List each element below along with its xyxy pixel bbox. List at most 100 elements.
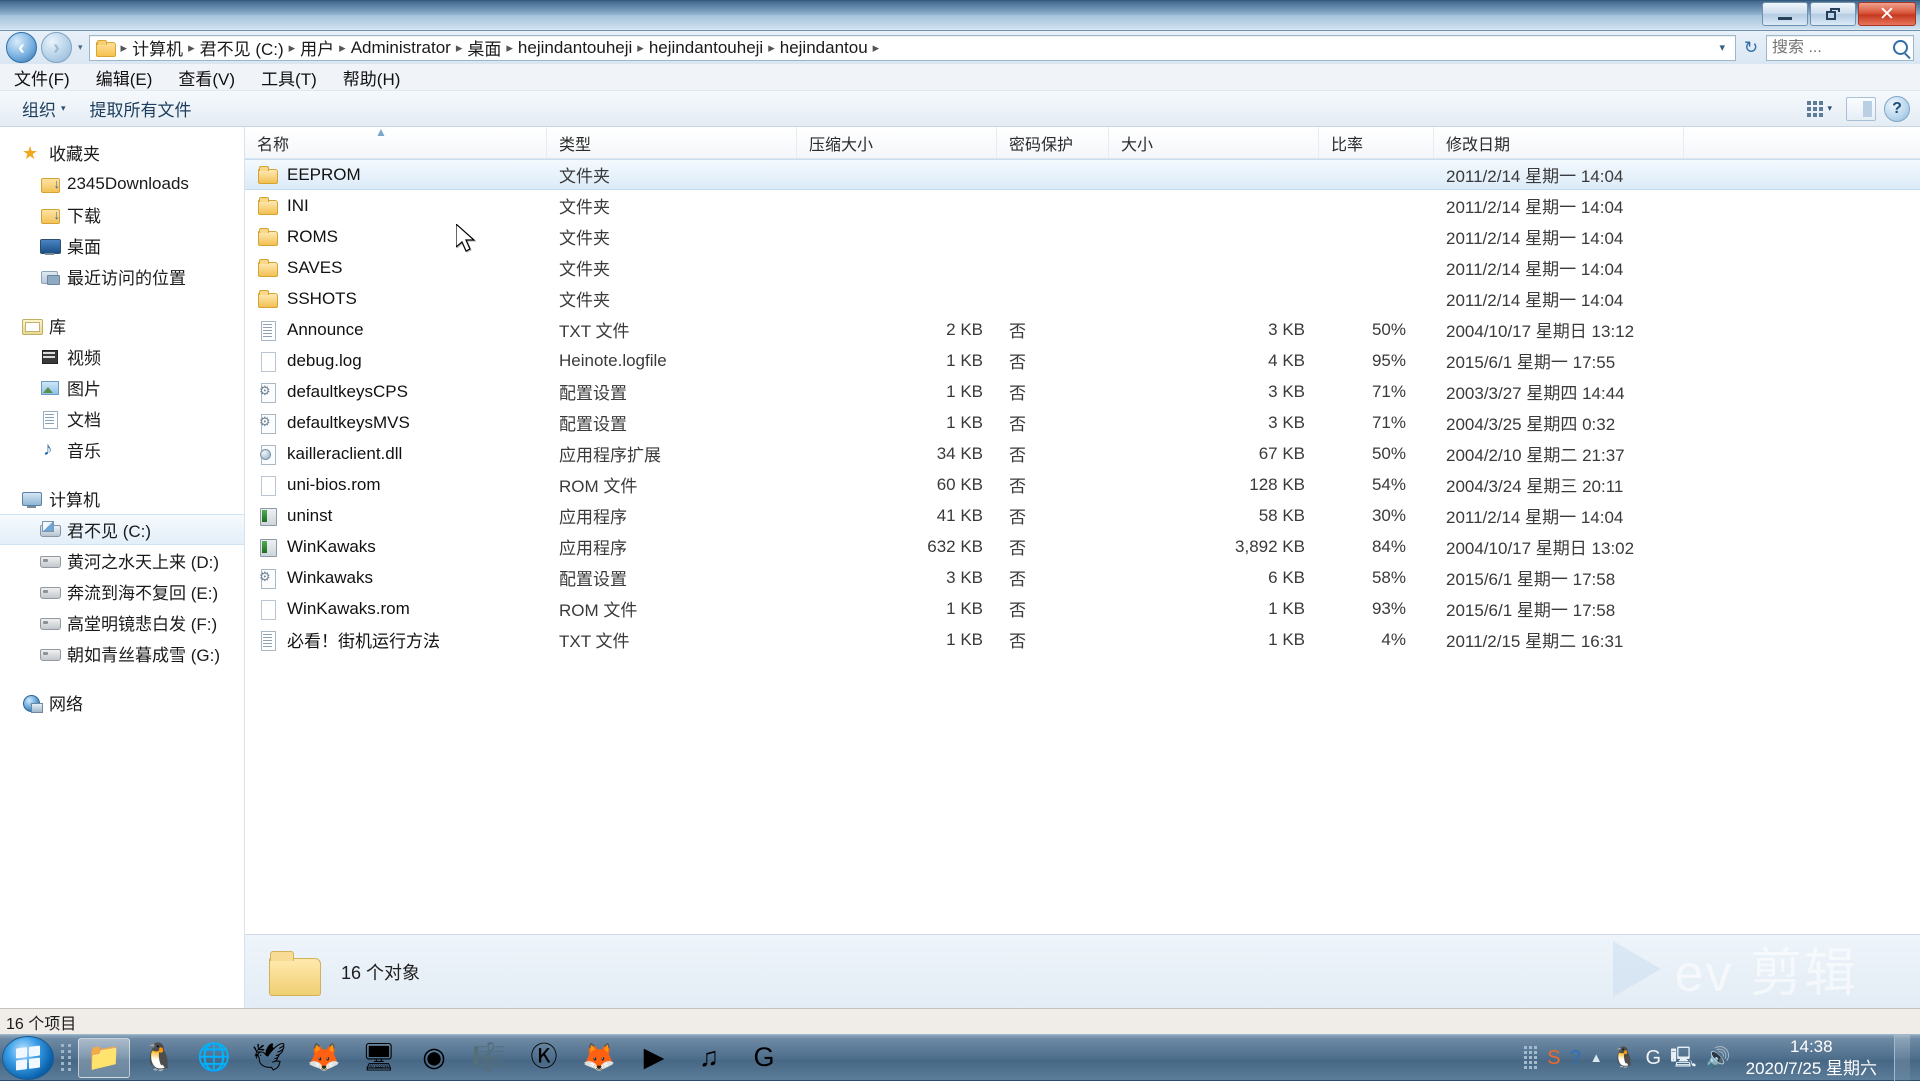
- taskbar-grip[interactable]: [58, 1041, 74, 1075]
- taskbar-app-google-chrome[interactable]: ◉: [408, 1038, 460, 1078]
- minimize-button[interactable]: [1762, 2, 1808, 26]
- table-row[interactable]: 必看！街机运行方法TXT 文件1 KB否1 KB4%2011/2/15 星期二 …: [245, 624, 1920, 655]
- table-row[interactable]: Winkawaks配置设置3 KB否6 KB58%2015/6/1 星期一 17…: [245, 562, 1920, 593]
- sidebar-item-drive-f[interactable]: 高堂明镜悲白发 (F:): [0, 607, 244, 638]
- sidebar-group-favorites[interactable]: ★ 收藏夹: [0, 137, 244, 168]
- organize-button[interactable]: 组织 ▾: [10, 91, 78, 126]
- clock[interactable]: 14:38 2020/7/25 星期六: [1740, 1036, 1877, 1079]
- start-button[interactable]: [2, 1036, 54, 1080]
- breadcrumb-item-users[interactable]: 用户: [296, 33, 338, 62]
- history-dropdown-icon[interactable]: ▾: [78, 42, 83, 53]
- sidebar-item-drive-g[interactable]: 朝如青丝暮成雪 (G:): [0, 638, 244, 669]
- sidebar-item-downloads[interactable]: 下载: [0, 199, 244, 230]
- table-row[interactable]: uninst应用程序41 KB否58 KB30%2011/2/14 星期一 14…: [245, 500, 1920, 531]
- close-button[interactable]: ✕: [1858, 2, 1916, 26]
- breadcrumb-item-hejindantouheji-2[interactable]: hejindantouheji: [645, 36, 767, 60]
- watermark-label: ev 剪辑: [1675, 931, 1858, 1006]
- address-dropdown-icon[interactable]: ▾: [1713, 41, 1731, 54]
- back-button[interactable]: ‹: [6, 32, 37, 63]
- taskbar-app-internet-explorer[interactable]: 🌐: [188, 1038, 240, 1078]
- show-desktop-button[interactable]: [1894, 1035, 1910, 1081]
- help-tray-icon[interactable]: ?: [1570, 1048, 1581, 1068]
- column-header-date-modified[interactable]: 修改日期: [1434, 127, 1684, 158]
- taskbar-app-file-explorer[interactable]: 📁: [78, 1038, 130, 1078]
- table-row[interactable]: kailleraclient.dll应用程序扩展34 KB否67 KB50%20…: [245, 438, 1920, 469]
- column-header-name[interactable]: 名称 ▲: [245, 127, 547, 158]
- column-header-size[interactable]: 大小: [1109, 127, 1319, 158]
- file-type: 应用程序: [547, 503, 797, 528]
- menu-tools[interactable]: 工具(T): [257, 63, 321, 92]
- logitech-tray-icon[interactable]: G: [1645, 1048, 1661, 1068]
- sidebar-item-videos[interactable]: 视频: [0, 341, 244, 372]
- forward-button[interactable]: ›: [41, 32, 72, 63]
- table-row[interactable]: EEPROM文件夹2011/2/14 星期一 14:04: [245, 159, 1920, 190]
- table-row[interactable]: defaultkeysMVS配置设置1 KB否3 KB71%2004/3/25 …: [245, 407, 1920, 438]
- column-header-password-protected[interactable]: 密码保护: [997, 127, 1109, 158]
- maximize-button[interactable]: [1810, 2, 1856, 26]
- sidebar-item-music[interactable]: 音乐: [0, 434, 244, 465]
- taskbar-app-firefox-browser[interactable]: 🦊: [573, 1038, 625, 1078]
- extract-all-button[interactable]: 提取所有文件: [78, 91, 204, 126]
- menu-file[interactable]: 文件(F): [10, 63, 74, 92]
- table-row[interactable]: SAVES文件夹2011/2/14 星期一 14:04: [245, 252, 1920, 283]
- taskbar-app-logitech-gaming[interactable]: G: [738, 1038, 790, 1078]
- breadcrumb-item-hejindantouheji-1[interactable]: hejindantouheji: [514, 36, 636, 60]
- taskbar-app-kugou-music[interactable]: 🎼: [463, 1038, 515, 1078]
- column-header-ratio[interactable]: 比率: [1319, 127, 1434, 158]
- table-row[interactable]: SSHOTS文件夹2011/2/14 星期一 14:04: [245, 283, 1920, 314]
- sidebar-item-pictures[interactable]: 图片: [0, 372, 244, 403]
- change-view-button[interactable]: ▾: [1801, 97, 1838, 121]
- table-row[interactable]: debug.logHeinote.logfile1 KB否4 KB95%2015…: [245, 345, 1920, 376]
- taskbar-app-media-player[interactable]: ▶: [628, 1038, 680, 1078]
- tray-grip[interactable]: [1524, 1043, 1538, 1073]
- table-row[interactable]: INI文件夹2011/2/14 星期一 14:04: [245, 190, 1920, 221]
- show-hidden-icons-icon[interactable]: ▲: [1590, 1051, 1603, 1064]
- sidebar-item-desktop[interactable]: 桌面: [0, 230, 244, 261]
- file-packed-size: 632 KB: [797, 537, 997, 557]
- help-button[interactable]: ?: [1884, 96, 1910, 122]
- breadcrumb-item-hejindantou[interactable]: hejindantou: [776, 36, 872, 60]
- search-input[interactable]: [1772, 39, 1893, 57]
- taskbar-app-kingsoft-app[interactable]: Ⓚ: [518, 1038, 570, 1078]
- table-row[interactable]: WinKawaks应用程序632 KB否3,892 KB84%2004/10/1…: [245, 531, 1920, 562]
- taskbar-app-music-player[interactable]: ♫: [683, 1038, 735, 1078]
- sidebar-item-drive-e[interactable]: 奔流到海不复回 (E:): [0, 576, 244, 607]
- network-tray-icon[interactable]: 🖳: [1670, 1048, 1697, 1068]
- menu-view[interactable]: 查看(V): [174, 63, 239, 92]
- breadcrumb[interactable]: ▸ 计算机 ▸ 君不见 (C:) ▸ 用户 ▸ Administrator ▸ …: [89, 35, 1736, 61]
- table-row[interactable]: WinKawaks.romROM 文件1 KB否1 KB93%2015/6/1 …: [245, 593, 1920, 624]
- sidebar-group-libraries[interactable]: 库: [0, 310, 244, 341]
- sidebar-item-2345downloads[interactable]: 2345Downloads: [0, 168, 244, 199]
- taskbar-app-remote-desktop[interactable]: 🖥: [353, 1038, 405, 1078]
- column-header-packed-size[interactable]: 压缩大小: [797, 127, 997, 158]
- sogou-input-tray-icon[interactable]: S: [1547, 1048, 1560, 1068]
- file-password-protected: 否: [997, 596, 1109, 621]
- taskbar-app-thunderbird-mail[interactable]: 🕊: [243, 1038, 295, 1078]
- title-bar[interactable]: ✕: [0, 0, 1920, 31]
- qq-tray-icon[interactable]: 🐧: [1612, 1048, 1637, 1068]
- menu-edit[interactable]: 编辑(E): [92, 63, 157, 92]
- sidebar-item-documents[interactable]: 文档: [0, 403, 244, 434]
- table-row[interactable]: uni-bios.romROM 文件60 KB否128 KB54%2004/3/…: [245, 469, 1920, 500]
- sidebar-item-drive-d[interactable]: 黄河之水天上来 (D:): [0, 545, 244, 576]
- search-box[interactable]: [1766, 35, 1914, 61]
- breadcrumb-item-desktop[interactable]: 桌面: [463, 33, 505, 62]
- column-header-type[interactable]: 类型: [547, 127, 797, 158]
- taskbar-app-qq-messenger[interactable]: 🐧: [133, 1038, 185, 1078]
- table-row[interactable]: defaultkeysCPS配置设置1 KB否3 KB71%2003/3/27 …: [245, 376, 1920, 407]
- sidebar-item-recent-places[interactable]: 最近访问的位置: [0, 261, 244, 292]
- preview-pane-button[interactable]: [1846, 97, 1876, 121]
- breadcrumb-item-c-drive[interactable]: 君不见 (C:): [196, 33, 288, 62]
- sidebar-item-label: 音乐: [67, 437, 101, 462]
- menu-help[interactable]: 帮助(H): [339, 63, 405, 92]
- breadcrumb-item-computer[interactable]: 计算机: [128, 33, 187, 62]
- taskbar-app-foxmail[interactable]: 🦊: [298, 1038, 350, 1078]
- sidebar-group-computer[interactable]: 计算机: [0, 483, 244, 514]
- sidebar-item-drive-c[interactable]: 君不见 (C:): [0, 514, 244, 545]
- table-row[interactable]: ROMS文件夹2011/2/14 星期一 14:04: [245, 221, 1920, 252]
- table-row[interactable]: AnnounceTXT 文件2 KB否3 KB50%2004/10/17 星期日…: [245, 314, 1920, 345]
- refresh-button[interactable]: ↻: [1740, 37, 1762, 59]
- breadcrumb-item-administrator[interactable]: Administrator: [347, 36, 455, 60]
- volume-tray-icon[interactable]: 🔊: [1706, 1048, 1731, 1068]
- sidebar-group-network[interactable]: 网络: [0, 687, 244, 718]
